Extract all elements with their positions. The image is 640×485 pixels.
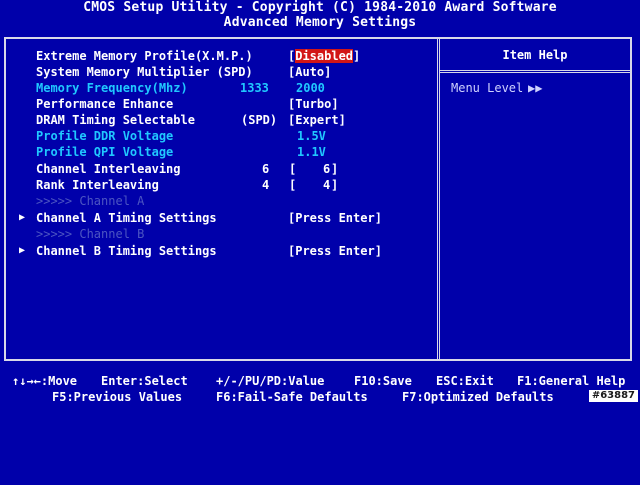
- setting-rank-interleaving[interactable]: Rank Interleaving 4 [ 4 ]: [0, 177, 437, 193]
- setting-ddr-voltage: Profile DDR Voltage 1.5V: [0, 128, 437, 144]
- setting-value[interactable]: [Disabled]: [288, 48, 360, 64]
- header-title-line2: Advanced Memory Settings: [223, 15, 417, 30]
- watermark-badge: #63887: [588, 390, 638, 402]
- setting-current-value: 1333: [240, 81, 269, 95]
- setting-performance-enhance[interactable]: Performance Enhance [Turbo]: [0, 96, 437, 112]
- setting-label: DRAM Timing Selectable: [36, 113, 195, 127]
- setting-label: Profile QPI Voltage: [36, 145, 174, 159]
- setting-value[interactable]: [Turbo]: [288, 96, 339, 112]
- setting-channel-interleaving[interactable]: Channel Interleaving 6 [ 6 ]: [0, 161, 437, 177]
- key-move: ↑↓→←:Move: [12, 374, 78, 388]
- header-title-line1: CMOS Setup Utility - Copyright (C) 1984-…: [83, 0, 557, 15]
- key-optimized-defaults: F7:Optimized Defaults: [402, 390, 554, 404]
- section-label: >>>>> Channel A: [36, 194, 145, 208]
- help-separator: [440, 70, 630, 73]
- key-previous-values: F5:Previous Values: [52, 390, 183, 404]
- key-select: Enter:Select: [101, 374, 188, 388]
- submenu-arrow-icon: ▶: [19, 245, 26, 256]
- setting-memory-multiplier[interactable]: System Memory Multiplier (SPD) [Auto]: [0, 64, 437, 80]
- setting-label: Extreme Memory Profile(X.M.P.): [36, 49, 253, 63]
- setting-xmp[interactable]: Extreme Memory Profile(X.M.P.) [Disabled…: [0, 48, 437, 64]
- setting-bracket-close: ]: [331, 162, 339, 176]
- setting-value[interactable]: 6: [323, 161, 330, 177]
- setting-value[interactable]: [Press Enter]: [288, 243, 382, 259]
- menu-level-arrow-icon: ▶▶: [528, 81, 543, 95]
- setting-dram-timing[interactable]: DRAM Timing Selectable (SPD) [Expert]: [0, 112, 437, 128]
- section-label: >>>>> Channel B: [36, 227, 145, 241]
- submenu-channel-a-timing[interactable]: ▶ Channel A Timing Settings [Press Enter…: [0, 210, 437, 226]
- setting-value[interactable]: [Auto]: [288, 64, 331, 80]
- setting-label: Performance Enhance: [36, 97, 174, 111]
- footer-keys-row2: F5:Previous Values F6:Fail-Safe Defaults…: [0, 389, 640, 453]
- key-save: F10:Save: [354, 374, 412, 388]
- setting-bracket-open: [: [289, 178, 297, 192]
- setting-auto-value: 4: [262, 178, 270, 192]
- setting-label: Profile DDR Voltage: [36, 129, 174, 143]
- menu-level-label: Menu Level: [451, 81, 524, 95]
- setting-label: System Memory Multiplier (SPD): [36, 65, 253, 79]
- setting-memory-frequency: Memory Frequency(Mhz) 1333 2000: [0, 80, 437, 96]
- setting-label: Channel A Timing Settings: [36, 211, 217, 225]
- channel-b-section-header: >>>>> Channel B: [0, 226, 437, 242]
- key-general-help: F1:General Help: [517, 374, 626, 388]
- setting-label: Rank Interleaving: [36, 178, 159, 192]
- panel-divider: [437, 37, 440, 361]
- submenu-channel-b-timing[interactable]: ▶ Channel B Timing Settings [Press Enter…: [0, 243, 437, 259]
- selected-value-highlight[interactable]: Disabled: [295, 49, 354, 63]
- key-value: +/-/PU/PD:Value: [216, 374, 325, 388]
- setting-auto-value: 6: [262, 162, 270, 176]
- item-help-title: Item Help: [502, 48, 568, 62]
- setting-value[interactable]: 4: [323, 177, 330, 193]
- setting-value: 2000: [296, 81, 325, 95]
- setting-value[interactable]: [Expert]: [288, 112, 346, 128]
- setting-qpi-voltage: Profile QPI Voltage 1.1V: [0, 144, 437, 160]
- setting-value[interactable]: [Press Enter]: [288, 210, 382, 226]
- channel-a-section-header: >>>>> Channel A: [0, 193, 437, 209]
- setting-bracket-close: ]: [331, 178, 339, 192]
- setting-label: Channel B Timing Settings: [36, 244, 217, 258]
- key-fail-safe-defaults: F6:Fail-Safe Defaults: [216, 390, 368, 404]
- setting-mid-label: (SPD): [241, 113, 278, 127]
- key-exit: ESC:Exit: [436, 374, 494, 388]
- setting-value: 1.5V: [297, 129, 326, 143]
- setting-label: Channel Interleaving: [36, 162, 181, 176]
- setting-bracket-open: [: [289, 162, 297, 176]
- setting-label: Memory Frequency(Mhz): [36, 81, 188, 95]
- setting-value: 1.1V: [297, 145, 326, 159]
- submenu-arrow-icon: ▶: [19, 212, 26, 223]
